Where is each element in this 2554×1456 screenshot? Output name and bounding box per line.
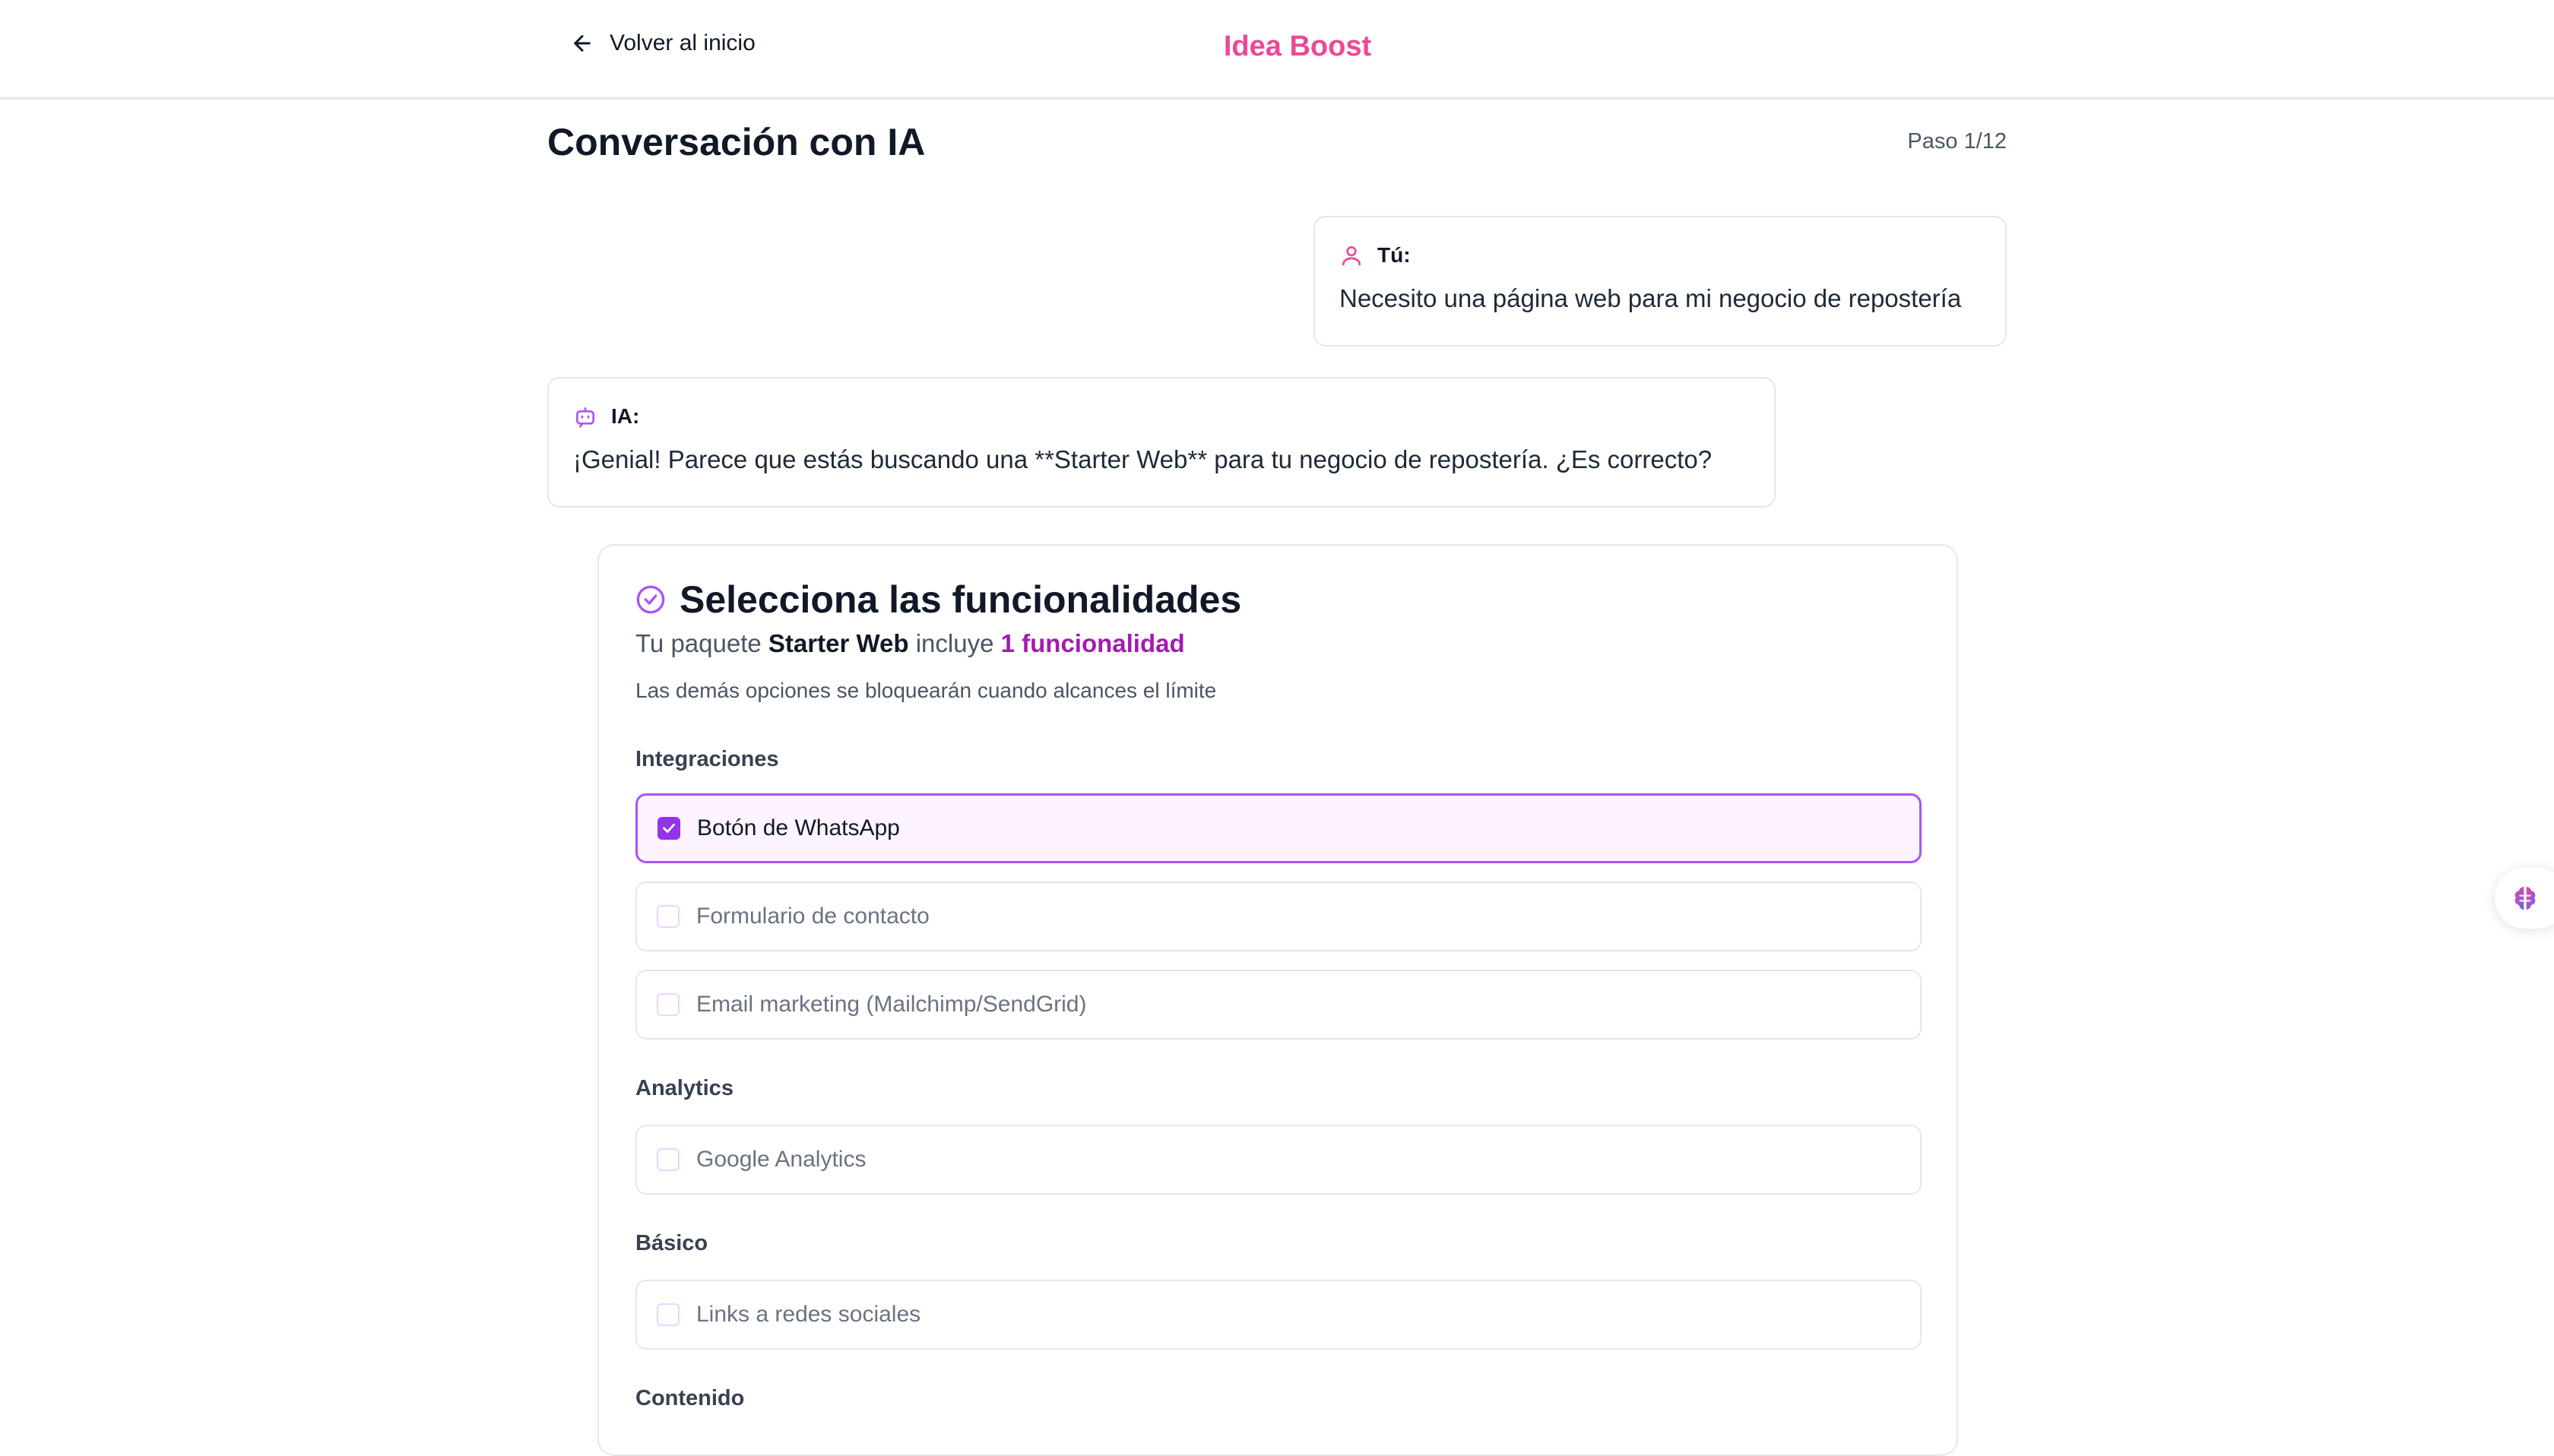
group-label-contenido: Contenido <box>635 1386 745 1410</box>
bot-icon <box>576 407 594 428</box>
message-author: IA: <box>611 404 640 428</box>
option-label: Links a redes sociales <box>696 1302 921 1327</box>
ai-message: IA: ¡Genial! Parece que estás buscando u… <box>547 377 1776 508</box>
option-label: Formulario de contacto <box>696 904 930 929</box>
option-google-analytics[interactable]: Google Analytics <box>635 1125 1922 1195</box>
checkbox[interactable] <box>657 1148 680 1171</box>
group-label-basico: Básico <box>635 1231 708 1255</box>
message-author: Tú: <box>1377 243 1411 267</box>
option-label: Google Analytics <box>696 1147 867 1172</box>
option-label: Email marketing (Mailchimp/SendGrid) <box>696 992 1087 1017</box>
option-label: Botón de WhatsApp <box>697 815 900 840</box>
included-count: 1 funcionalidad <box>1000 629 1185 657</box>
checkbox[interactable] <box>657 1303 680 1326</box>
brand-logo: Idea Boost <box>1223 30 1372 62</box>
check-circle-icon <box>636 585 665 614</box>
group-label-analytics: Analytics <box>635 1076 734 1100</box>
card-title: Selecciona las funcionalidades <box>680 578 1242 621</box>
checkbox[interactable] <box>657 993 680 1016</box>
limit-note: Las demás opciones se bloquearán cuando … <box>635 679 1217 702</box>
floating-assistant-button[interactable] <box>2495 868 2554 929</box>
group-label-integraciones: Integraciones <box>635 747 779 771</box>
package-name: Starter Web <box>768 629 909 657</box>
user-message: Tú: Necesito una página web para mi nego… <box>1313 216 2007 347</box>
card-subtitle: Tu paquete Starter Web incluye 1 funcion… <box>635 629 1185 657</box>
user-icon <box>1342 246 1361 266</box>
option-contact-form[interactable]: Formulario de contacto <box>635 882 1922 951</box>
message-text: ¡Genial! Parece que estás buscando una *… <box>573 445 1713 473</box>
option-social-links[interactable]: Links a redes sociales <box>635 1280 1922 1350</box>
checkbox[interactable] <box>658 817 680 840</box>
message-text: Necesito una página web para mi negocio … <box>1339 284 1962 312</box>
check-icon <box>663 824 675 833</box>
checkbox[interactable] <box>657 905 680 928</box>
brain-icon <box>2514 887 2536 910</box>
page-title: Conversación con IA <box>547 121 926 163</box>
top-bar: Volver al inicio Idea Boost <box>0 0 2554 100</box>
features-card: Selecciona las funcionalidades Tu paquet… <box>597 544 1958 1456</box>
option-whatsapp-button[interactable]: Botón de WhatsApp <box>635 793 1922 863</box>
step-indicator: Paso 1/12 <box>1907 129 2007 154</box>
option-email-marketing[interactable]: Email marketing (Mailchimp/SendGrid) <box>635 970 1922 1040</box>
